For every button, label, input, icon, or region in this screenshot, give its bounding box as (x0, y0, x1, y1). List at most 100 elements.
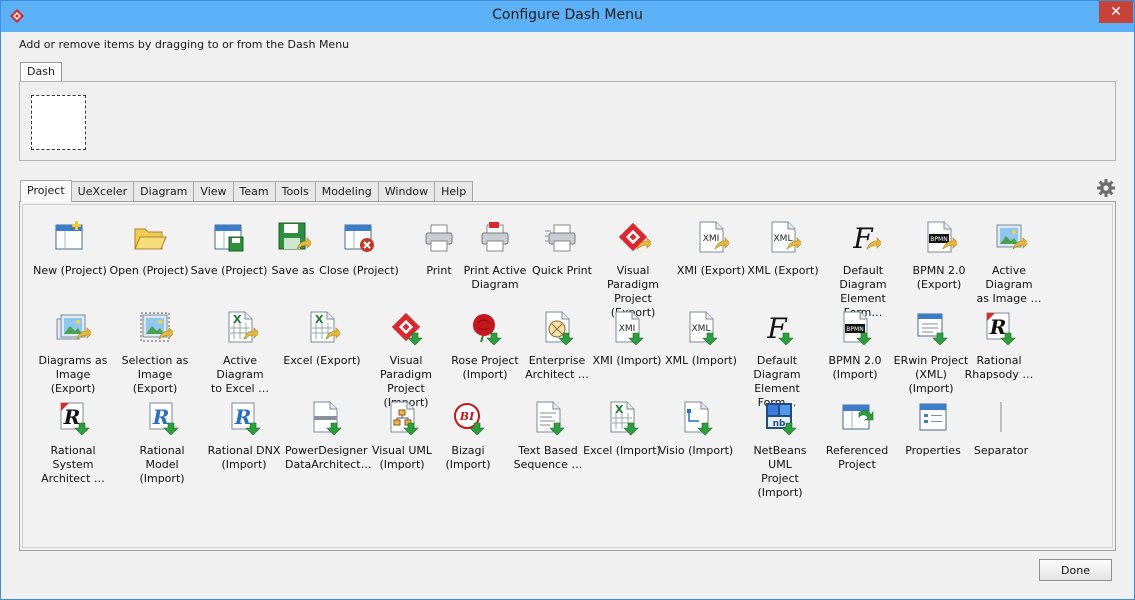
default-diagram-export-icon: F (852, 222, 881, 255)
svg-text:R: R (63, 405, 81, 429)
visio-import-icon (684, 401, 713, 435)
netbeans-import-icon: nb (766, 403, 797, 435)
dash-item[interactable]: X Excel (Import) (582, 399, 662, 458)
dash-menu-panel[interactable] (19, 81, 1116, 161)
dash-item-label: XMI (Import) (592, 354, 662, 367)
tab-modeling[interactable]: Modeling (315, 181, 379, 201)
separator-icon (1000, 402, 1002, 432)
dash-items-panel: New (Project) Open (Project) Save (Project… (19, 201, 1116, 551)
dash-item[interactable]: Active Diagram as Image … (969, 219, 1049, 306)
dash-item[interactable]: Rose Project (Import) (445, 309, 525, 382)
dash-item[interactable]: XML XML (Export) (743, 219, 823, 278)
title-bar[interactable]: Configure Dash Menu ✕ (1, 1, 1134, 32)
dash-item[interactable]: BPMN BPMN 2.0 (Export) (899, 219, 979, 292)
done-button[interactable]: Done (1039, 559, 1112, 581)
dash-item[interactable]: F Default Diagram Element Form… (737, 309, 817, 410)
open-project-icon (134, 228, 167, 250)
dash-item-label: Active Diagram to Excel … (210, 354, 270, 395)
dash-item[interactable]: New (Project) (30, 219, 110, 278)
excel-import-icon: X (610, 401, 639, 435)
tab-uexceler[interactable]: UeXceler (71, 181, 135, 201)
instruction-text: Add or remove items by dragging to or fr… (19, 38, 350, 51)
rose-import-icon (473, 314, 502, 345)
dash-item[interactable]: R Rational System Architect … (33, 399, 113, 486)
dash-item-label: Rose Project (Import) (451, 354, 519, 381)
referenced-project-icon (842, 404, 874, 430)
dash-item[interactable]: X Active Diagram to Excel … (200, 309, 280, 396)
dash-item[interactable]: Visual Paradigm Project (Export) (593, 219, 673, 320)
svg-text:XMI: XMI (619, 324, 636, 334)
dash-item-label: Bizagi (Import) (445, 444, 491, 471)
dash-item[interactable]: F Default Diagram Element Form… (823, 219, 903, 320)
svg-text:XMI: XMI (703, 234, 720, 244)
diagrams-image-icon (56, 314, 91, 340)
visual-uml-icon (390, 401, 419, 435)
dash-item[interactable]: Referenced Project (817, 399, 897, 472)
svg-text:XML: XML (774, 234, 793, 244)
xml-import-icon: XML (689, 311, 718, 345)
dash-item[interactable]: Visual Paradigm Project (Import) (366, 309, 446, 410)
powerdesigner-icon (313, 401, 342, 435)
new-project-icon (55, 221, 83, 250)
dash-item[interactable]: R Rational DNX (Import) (204, 399, 284, 472)
dash-item[interactable]: Quick Print (522, 219, 602, 278)
dash-item[interactable]: R Rational Rhapsody … (959, 309, 1039, 382)
dash-item[interactable]: Open (Project) (109, 219, 189, 278)
bpmn-import-icon: BPMN (843, 311, 872, 345)
svg-text:nb: nb (773, 419, 786, 429)
dash-item[interactable]: Visio (Import) (656, 399, 736, 458)
rational-dnx-icon: R (231, 402, 261, 435)
dash-item-label: Quick Print (532, 264, 592, 277)
tab-team[interactable]: Team (233, 181, 276, 201)
selection-image-icon (140, 312, 173, 342)
print-diagram-icon (481, 222, 509, 252)
bpmn-export-icon: BPMN (927, 221, 957, 253)
category-tabs: Project UeXceler Diagram View Team Tools Model… (20, 180, 474, 202)
dash-item[interactable]: R Rational Model (Import) (122, 399, 202, 486)
svg-text:XML: XML (692, 324, 711, 334)
dash-item[interactable]: Selection as Image (Export) (115, 309, 195, 396)
tab-view[interactable]: View (194, 181, 234, 201)
xml-export-icon: XML (771, 221, 801, 253)
dash-item[interactable]: BPMN BPMN 2.0 (Import) (815, 309, 895, 382)
tab-window[interactable]: Window (378, 181, 436, 201)
close-window-button[interactable]: ✕ (1099, 1, 1133, 23)
tab-tools[interactable]: Tools (275, 181, 316, 201)
diagram-excel-icon: X (228, 311, 258, 343)
tab-project[interactable]: Project (20, 180, 72, 202)
dash-item[interactable]: Enterprise Architect … (517, 309, 597, 382)
dash-item-label: Close (Project) (319, 264, 399, 277)
dash-item-label: XMI (Export) (676, 264, 746, 277)
dash-item[interactable]: X Excel (Export) (282, 309, 362, 368)
tab-dash[interactable]: Dash (20, 62, 62, 82)
diagram-image-icon (996, 224, 1027, 250)
dash-item[interactable]: BI Bizagi (Import) (428, 399, 508, 472)
dash-item-label: Rational Rhapsody … (964, 354, 1034, 381)
dash-item-label: Rational Model (Import) (139, 444, 185, 485)
dash-drop-target[interactable] (31, 95, 86, 150)
dash-item-label: Rational System Architect … (41, 444, 105, 485)
dash-item[interactable]: PowerDesigner DataArchitect… (285, 399, 372, 472)
dash-item[interactable]: XMI XMI (Export) (671, 219, 751, 278)
dash-item[interactable]: XML XML (Import) (661, 309, 741, 368)
dash-item-label: Selection as Image (Export) (121, 354, 189, 395)
dash-item[interactable]: Text Based Sequence … (508, 399, 588, 472)
svg-text:R: R (989, 315, 1007, 339)
print-icon (425, 224, 453, 252)
dash-item-label: Visio (Import) (658, 444, 734, 457)
svg-text:BPMN: BPMN (846, 326, 863, 333)
dash-item[interactable]: nb NetBeans UML Project (Import) (740, 399, 820, 500)
tab-diagram[interactable]: Diagram (134, 181, 195, 201)
dash-item-label: Separator (973, 444, 1029, 457)
dash-item-label: New (Project) (33, 264, 107, 277)
dash-item[interactable]: Close (Project) (319, 219, 399, 278)
svg-text:R: R (234, 405, 252, 429)
system-architect-icon: R (60, 402, 90, 435)
dash-item-label: Text Based Sequence … (513, 444, 583, 471)
tab-help[interactable]: Help (435, 181, 474, 201)
dash-item[interactable]: XMI XMI (Import) (587, 309, 667, 368)
enterprise-architect-icon (545, 311, 574, 345)
dash-item[interactable]: Diagrams as Image (Export) (33, 309, 113, 396)
gear-icon[interactable] (1097, 179, 1115, 197)
dash-item[interactable]: Separator (961, 399, 1041, 458)
